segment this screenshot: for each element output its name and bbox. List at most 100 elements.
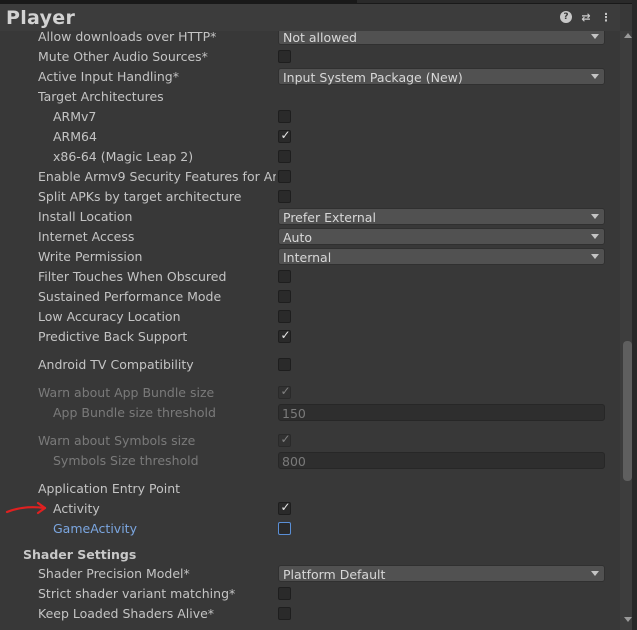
strict-shader-row: Strict shader variant matching* (0, 584, 620, 604)
settings-sliders-icon[interactable]: ⇄ (580, 11, 592, 24)
filter-touches-label: Filter Touches When Obscured (38, 269, 227, 284)
warn-symbols-row: Warn about Symbols size ✓ (0, 431, 620, 451)
bundle-threshold-label: App Bundle size threshold (53, 405, 216, 420)
mute-audio-label: Mute Other Audio Sources* (38, 49, 208, 64)
predictive-back-row: Predictive Back Support ✓ (0, 327, 620, 347)
strict-shader-label: Strict shader variant matching* (38, 586, 236, 601)
panel-header: Player ? ⇄ ⋮ (0, 4, 620, 31)
chevron-down-icon (591, 234, 599, 239)
shader-precision-row: Shader Precision Model* Platform Default (0, 564, 620, 584)
checkmark-icon: ✓ (280, 384, 291, 398)
predictive-back-label: Predictive Back Support (38, 329, 188, 344)
low-accuracy-row: Low Accuracy Location (0, 307, 620, 327)
write-permission-dropdown[interactable]: Internal (278, 248, 605, 265)
active-input-row: Active Input Handling* Input System Pack… (0, 67, 620, 87)
keep-shaders-checkbox[interactable] (278, 607, 291, 620)
chevron-down-icon (591, 254, 599, 259)
more-vertical-icon[interactable]: ⋮ (600, 11, 612, 24)
mute-audio-checkbox[interactable] (278, 50, 291, 63)
split-apks-label: Split APKs by target architecture (38, 189, 242, 204)
game-activity-label: GameActivity (53, 521, 137, 536)
armv9-checkbox[interactable] (278, 170, 291, 183)
filter-touches-checkbox[interactable] (278, 270, 291, 283)
help-icon[interactable]: ? (560, 11, 572, 23)
chevron-down-icon (591, 571, 599, 576)
chevron-down-icon (591, 74, 599, 79)
install-location-label: Install Location (38, 209, 133, 224)
sustained-perf-label: Sustained Performance Mode (38, 289, 222, 304)
header-icons: ? ⇄ ⋮ (560, 11, 612, 24)
checkmark-icon: ✓ (280, 328, 291, 342)
entry-point-label: Application Entry Point (38, 481, 181, 496)
symbols-threshold-field: 800 (278, 452, 605, 469)
warn-bundle-row: Warn about App Bundle size ✓ (0, 383, 620, 403)
warn-symbols-checkbox: ✓ (278, 432, 291, 447)
checkmark-icon: ✓ (280, 500, 291, 514)
scroll-down-arrow-icon[interactable] (624, 617, 632, 622)
predictive-back-checkbox[interactable]: ✓ (278, 328, 291, 343)
shader-precision-label: Shader Precision Model* (38, 566, 190, 581)
shader-settings-label: Shader Settings (23, 547, 137, 562)
activity-checkbox[interactable]: ✓ (278, 500, 291, 515)
mute-audio-row: Mute Other Audio Sources* (0, 47, 620, 67)
keep-shaders-label: Keep Loaded Shaders Alive* (38, 606, 215, 621)
write-permission-label: Write Permission (38, 249, 143, 264)
armv9-row: Enable Armv9 Security Features for Arm64 (0, 167, 620, 187)
allow-http-row: Allow downloads over HTTP* Not allowed (0, 31, 620, 47)
install-location-value: Prefer External (283, 210, 376, 225)
install-location-row: Install Location Prefer External (0, 207, 620, 227)
panel-title: Player (6, 7, 76, 29)
split-apks-row: Split APKs by target architecture (0, 187, 620, 207)
checkmark-icon: ✓ (280, 128, 291, 142)
game-activity-checkbox[interactable] (278, 522, 291, 535)
shader-precision-dropdown[interactable]: Platform Default (278, 565, 605, 582)
chevron-down-icon (591, 34, 599, 39)
chevron-down-icon (591, 214, 599, 219)
game-activity-row: GameActivity (0, 519, 620, 539)
install-location-dropdown[interactable]: Prefer External (278, 208, 605, 225)
warn-bundle-checkbox: ✓ (278, 384, 291, 399)
bundle-threshold-value: 150 (282, 406, 306, 421)
android-tv-checkbox[interactable] (278, 358, 291, 371)
sustained-perf-row: Sustained Performance Mode (0, 287, 620, 307)
low-accuracy-checkbox[interactable] (278, 310, 291, 323)
active-input-label: Active Input Handling* (38, 69, 179, 84)
symbols-threshold-row: Symbols Size threshold 800 (0, 451, 620, 471)
write-permission-value: Internal (283, 250, 332, 265)
scroll-up-arrow-icon[interactable] (624, 33, 632, 38)
x86-64-checkbox[interactable] (278, 150, 291, 163)
armv7-checkbox[interactable] (278, 110, 291, 123)
warn-symbols-label: Warn about Symbols size (38, 433, 196, 448)
armv9-label: Enable Armv9 Security Features for Arm64 (38, 169, 276, 184)
allow-http-label: Allow downloads over HTTP* (38, 31, 217, 44)
allow-http-dropdown[interactable]: Not allowed (278, 31, 605, 45)
internet-access-dropdown[interactable]: Auto (278, 228, 605, 245)
x86-64-row: x86-64 (Magic Leap 2) (0, 147, 620, 167)
player-settings-content: Allow downloads over HTTP* Not allowed M… (0, 31, 620, 630)
arm64-label: ARM64 (53, 129, 97, 144)
filter-touches-row: Filter Touches When Obscured (0, 267, 620, 287)
activity-label: Activity (53, 501, 100, 516)
internet-access-row: Internet Access Auto (0, 227, 620, 247)
armv7-row: ARMv7 (0, 107, 620, 127)
target-arch-label: Target Architectures (38, 89, 164, 104)
adjacent-panel-edge (632, 0, 637, 630)
split-apks-checkbox[interactable] (278, 190, 291, 203)
strict-shader-checkbox[interactable] (278, 587, 291, 600)
active-input-dropdown[interactable]: Input System Package (New) (278, 68, 605, 85)
keep-shaders-row: Keep Loaded Shaders Alive* (0, 604, 620, 624)
scrollbar-thumb[interactable] (623, 341, 632, 481)
red-arrow-annotation-icon (5, 501, 47, 515)
allow-http-value: Not allowed (283, 31, 357, 45)
shader-precision-value: Platform Default (283, 567, 386, 582)
arm64-checkbox[interactable]: ✓ (278, 128, 291, 143)
android-tv-row: Android TV Compatibility (0, 355, 620, 375)
shader-settings-header: Shader Settings (0, 545, 620, 565)
checkmark-icon: ✓ (280, 432, 291, 446)
write-permission-row: Write Permission Internal (0, 247, 620, 267)
symbols-threshold-label: Symbols Size threshold (53, 453, 199, 468)
sustained-perf-checkbox[interactable] (278, 290, 291, 303)
armv7-label: ARMv7 (53, 109, 97, 124)
arm64-row: ARM64 ✓ (0, 127, 620, 147)
target-arch-row: Target Architectures (0, 87, 620, 107)
